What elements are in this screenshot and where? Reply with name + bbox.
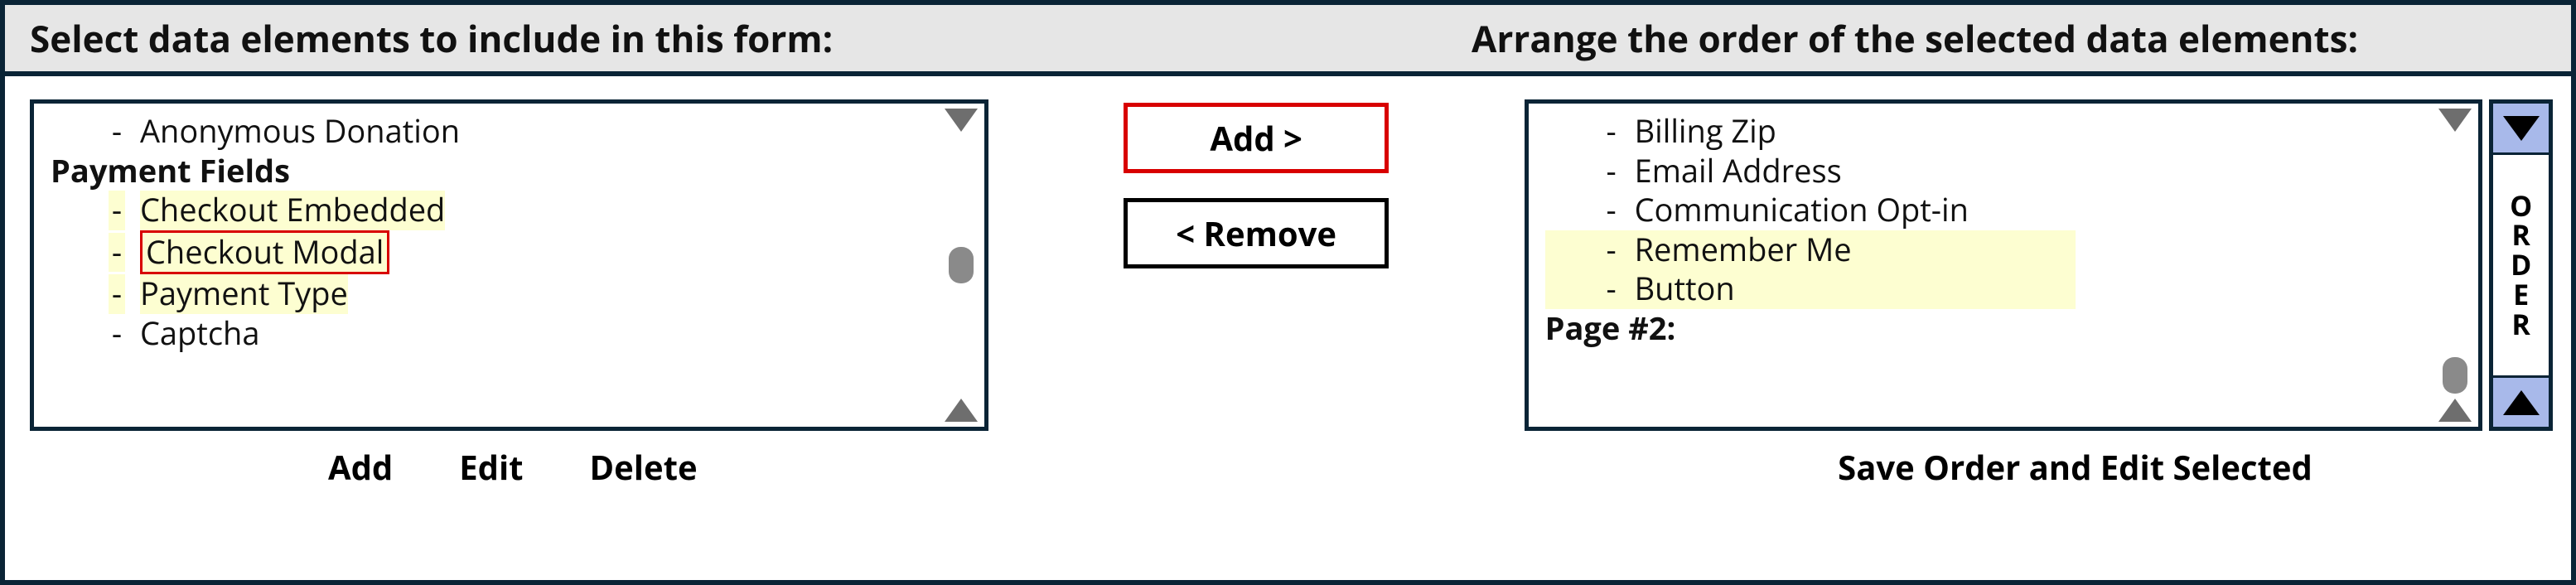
dash-icon: -	[109, 274, 125, 314]
add-to-form-button[interactable]: Add >	[1124, 103, 1389, 173]
dash-icon: -	[1603, 230, 1620, 270]
list-item-label: Captcha	[140, 314, 259, 354]
add-element-button[interactable]: Add	[328, 444, 393, 490]
move-down-button[interactable]	[2493, 104, 2549, 155]
header-left-label: Select data elements to include in this …	[30, 13, 1472, 63]
dash-icon: -	[109, 314, 125, 354]
order-label-char: R	[2511, 310, 2530, 340]
remove-from-form-button[interactable]: < Remove	[1124, 198, 1389, 268]
scroll-thumb[interactable]	[949, 247, 974, 283]
triangle-up-icon	[2503, 390, 2540, 415]
header-row: Select data elements to include in this …	[5, 5, 2571, 76]
list-item[interactable]: -Checkout Embedded	[51, 191, 930, 230]
scroll-down-icon[interactable]	[2438, 109, 2472, 132]
available-elements-listbox[interactable]: -Anonymous DonationPayment Fields-Checko…	[30, 99, 988, 431]
list-item[interactable]: -Anonymous Donation	[51, 112, 930, 152]
move-up-button[interactable]	[2493, 375, 2549, 427]
triangle-down-icon	[2503, 116, 2540, 141]
body: -Anonymous DonationPayment Fields-Checko…	[5, 76, 2571, 580]
scroll-track[interactable]	[2435, 132, 2475, 399]
list-item[interactable]: -Email Address	[1545, 152, 2424, 191]
header-right-label: Arrange the order of the selected data e…	[1472, 13, 2546, 63]
available-elements-content: -Anonymous DonationPayment Fields-Checko…	[34, 104, 938, 427]
scroll-thumb[interactable]	[2443, 357, 2467, 394]
list-item[interactable]: -Captcha	[51, 314, 930, 354]
footer-row: Add Edit Delete Save Order and Edit Sele…	[5, 431, 2571, 506]
edit-element-button[interactable]: Edit	[459, 444, 523, 490]
delete-element-button[interactable]: Delete	[590, 444, 698, 490]
list-item-label: Button	[1635, 269, 1735, 309]
scrollbar-left[interactable]	[938, 104, 984, 427]
selected-elements-content: -Billing Zip-Email Address-Communication…	[1529, 104, 2433, 427]
list-item-label: Checkout Embedded	[140, 191, 445, 230]
list-group-header: Page #2:	[1545, 309, 2424, 349]
list-item[interactable]: -Checkout Modal	[51, 230, 930, 275]
scroll-up-icon[interactable]	[2438, 399, 2472, 422]
scrollbar-right[interactable]	[2432, 104, 2478, 427]
dash-icon: -	[109, 112, 125, 152]
dash-icon: -	[1603, 269, 1620, 309]
list-item-label: Anonymous Donation	[140, 112, 460, 152]
dash-icon: -	[1603, 112, 1620, 152]
list-item-label: Checkout Modal	[140, 230, 389, 275]
list-item-label: Payment Type	[140, 274, 348, 314]
list-item[interactable]: -Billing Zip	[1545, 112, 2424, 152]
footer-left-actions: Add Edit Delete	[30, 444, 1090, 490]
footer-right-actions: Save Order and Edit Selected	[1090, 444, 2546, 490]
list-item-label: Email Address	[1635, 152, 1842, 191]
list-item[interactable]: -Communication Opt-in	[1545, 191, 2424, 230]
list-group-header: Payment Fields	[51, 152, 930, 191]
scroll-track[interactable]	[941, 132, 981, 399]
scroll-up-icon[interactable]	[945, 399, 978, 422]
dash-icon: -	[1603, 191, 1620, 230]
list-item[interactable]: -Payment Type	[51, 274, 930, 314]
save-order-button[interactable]: Save Order and Edit Selected	[1838, 444, 2313, 490]
list-item[interactable]: -Button	[1545, 269, 2076, 309]
dash-icon: -	[109, 233, 125, 273]
dash-icon: -	[1603, 152, 1620, 191]
main-row: -Anonymous DonationPayment Fields-Checko…	[5, 76, 2571, 431]
list-item[interactable]: -Remember Me	[1545, 230, 2076, 270]
list-item-label: Billing Zip	[1635, 112, 1776, 152]
selected-elements-listbox[interactable]: -Billing Zip-Email Address-Communication…	[1525, 99, 2483, 431]
order-controls: ORDER	[2489, 99, 2553, 431]
list-item-label: Remember Me	[1635, 230, 1852, 270]
order-label: ORDER	[2493, 155, 2549, 375]
scroll-down-icon[interactable]	[945, 109, 978, 132]
dash-icon: -	[109, 191, 125, 230]
list-item-label: Communication Opt-in	[1635, 191, 1969, 230]
form-builder-panel: Select data elements to include in this …	[0, 0, 2576, 585]
transfer-buttons: Add > < Remove	[1061, 99, 1451, 268]
